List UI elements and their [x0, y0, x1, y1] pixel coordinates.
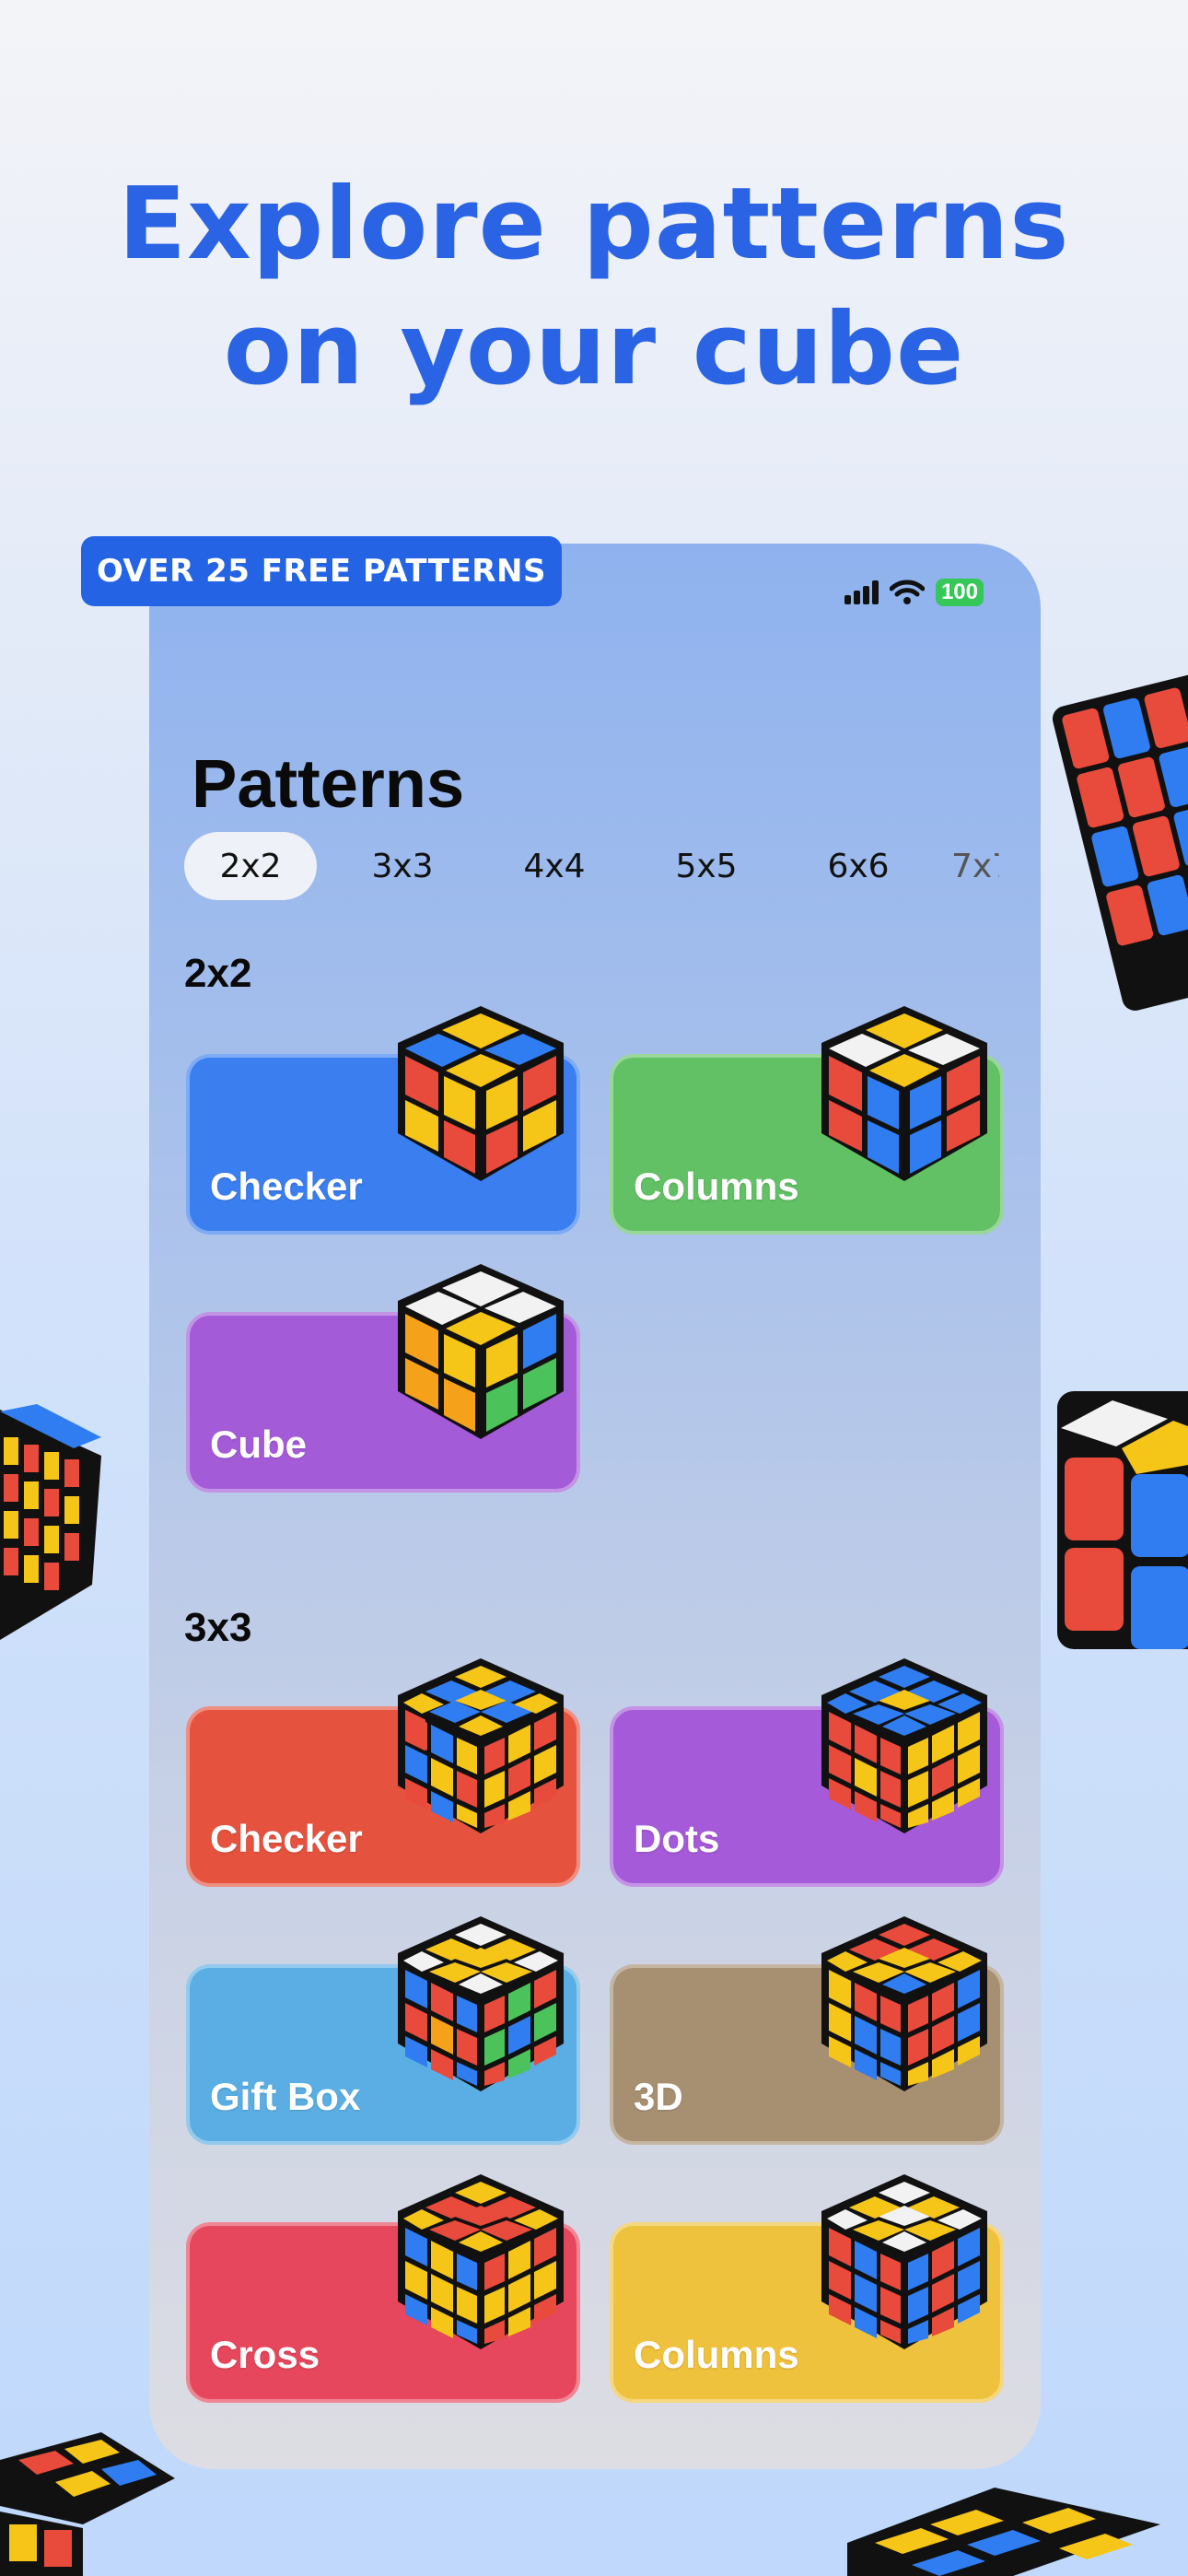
card-label: 3D	[634, 2075, 683, 2118]
status-bar: 100	[844, 579, 984, 606]
background-cube-icon	[1052, 673, 1188, 1011]
card-label: Cube	[210, 1423, 307, 1466]
pattern-card-3x3-columns[interactable]: Columns	[610, 2174, 1004, 2403]
wifi-icon	[889, 580, 925, 604]
pattern-card-3x3-cross[interactable]: Cross	[186, 2174, 580, 2403]
background-cube-icon	[1057, 1391, 1188, 1649]
card-label: Columns	[634, 2333, 799, 2376]
tab-5x5[interactable]: 5x5	[640, 832, 773, 900]
pattern-card-2x2-checker[interactable]: Checker	[186, 1006, 580, 1235]
headline-line-1: Explore patterns	[118, 167, 1070, 282]
cube-icon	[398, 1006, 564, 1181]
battery-indicator: 100	[935, 579, 984, 606]
pattern-card-3x3-dots[interactable]: Dots	[610, 1658, 1004, 1887]
cube-icon	[821, 1916, 987, 2091]
size-tabs: 2x2 3x3 4x4 5x5 6x6 7x7	[184, 831, 1041, 901]
tab-2x2[interactable]: 2x2	[184, 832, 317, 900]
background-cube-icon	[0, 1404, 101, 1640]
cube-icon	[398, 2174, 564, 2349]
cube-icon	[398, 1916, 564, 2091]
headline: Explore patterns on your cube	[0, 162, 1188, 413]
section-title-3x3: 3x3	[184, 1605, 252, 1650]
tab-7x7[interactable]: 7x7	[944, 832, 999, 900]
pattern-card-2x2-columns[interactable]: Columns	[610, 1006, 1004, 1235]
section-title-2x2: 2x2	[184, 951, 252, 996]
card-label: Checker	[210, 1165, 363, 1208]
cube-icon	[398, 1658, 564, 1833]
card-label: Columns	[634, 1165, 799, 1208]
card-label: Dots	[634, 1817, 720, 1860]
cellular-signal-icon	[844, 580, 879, 604]
cube-icon	[821, 1658, 987, 1833]
background-cube-icon	[847, 2488, 1160, 2576]
tab-4x4[interactable]: 4x4	[488, 832, 621, 900]
cube-icon	[821, 1006, 987, 1181]
card-label: Gift Box	[210, 2075, 361, 2118]
free-patterns-badge: OVER 25 FREE PATTERNS	[81, 536, 562, 606]
headline-line-2: on your cube	[223, 292, 965, 407]
background-cube-icon	[0, 2432, 175, 2576]
card-label: Checker	[210, 1817, 363, 1860]
pattern-card-3x3-gift-box[interactable]: Gift Box	[186, 1916, 580, 2145]
cube-icon	[821, 2174, 987, 2349]
pattern-card-3x3-checker[interactable]: Checker	[186, 1658, 580, 1887]
card-label: Cross	[210, 2333, 320, 2376]
tab-3x3[interactable]: 3x3	[336, 832, 469, 900]
page-title: Patterns	[192, 745, 465, 822]
pattern-card-3x3-3d[interactable]: 3D	[610, 1916, 1004, 2145]
cube-icon	[398, 1264, 564, 1439]
tab-6x6[interactable]: 6x6	[792, 832, 925, 900]
phone-screen: 100 Patterns 2x2 3x3 4x4 5x5 6x6 7x7 2x2…	[149, 544, 1041, 2469]
pattern-card-2x2-cube[interactable]: Cube	[186, 1264, 580, 1493]
